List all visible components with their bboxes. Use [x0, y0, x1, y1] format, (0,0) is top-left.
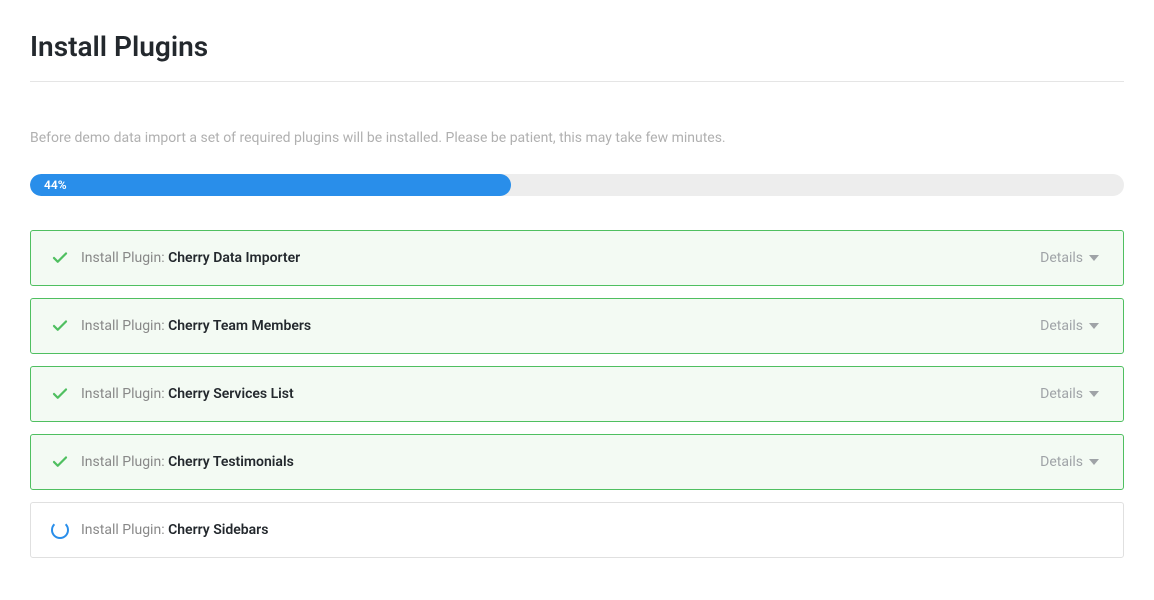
details-text: Details: [1040, 250, 1083, 266]
chevron-down-icon: [1089, 391, 1099, 397]
plugin-label: Install Plugin: Cherry Sidebars: [81, 522, 268, 538]
page-description: Before demo data import a set of require…: [30, 130, 1124, 146]
details-link[interactable]: Details: [1040, 454, 1099, 470]
plugin-row: Install Plugin: Cherry Data Importer Deta…: [30, 230, 1124, 286]
chevron-down-icon: [1089, 459, 1099, 465]
details-text: Details: [1040, 454, 1083, 470]
plugin-name: Cherry Sidebars: [168, 522, 268, 538]
plugin-label: Install Plugin: Cherry Data Importer: [81, 250, 300, 266]
page-title: Install Plugins: [30, 30, 1124, 82]
plugin-name: Cherry Testimonials: [168, 454, 294, 470]
plugin-label: Install Plugin: Cherry Services List: [81, 386, 294, 402]
check-icon: [51, 249, 69, 267]
check-icon: [51, 385, 69, 403]
plugin-label: Install Plugin: Cherry Testimonials: [81, 454, 294, 470]
plugin-row: Install Plugin: Cherry Sidebars: [30, 502, 1124, 558]
details-text: Details: [1040, 318, 1083, 334]
details-link[interactable]: Details: [1040, 250, 1099, 266]
plugin-name: Cherry Team Members: [168, 318, 311, 334]
plugin-row: Install Plugin: Cherry Services List Deta…: [30, 366, 1124, 422]
plugin-row: Install Plugin: Cherry Team Members Detai…: [30, 298, 1124, 354]
progress-bar: 44%: [30, 174, 511, 196]
details-link[interactable]: Details: [1040, 318, 1099, 334]
spinner-icon: [51, 521, 69, 539]
chevron-down-icon: [1089, 323, 1099, 329]
check-icon: [51, 317, 69, 335]
details-link[interactable]: Details: [1040, 386, 1099, 402]
chevron-down-icon: [1089, 255, 1099, 261]
plugin-label: Install Plugin: Cherry Team Members: [81, 318, 311, 334]
progress-track: 44%: [30, 174, 1124, 196]
plugin-name: Cherry Services List: [168, 386, 294, 402]
check-icon: [51, 453, 69, 471]
details-text: Details: [1040, 386, 1083, 402]
progress-label: 44%: [44, 178, 67, 192]
plugin-row: Install Plugin: Cherry Testimonials Detai…: [30, 434, 1124, 490]
plugin-list: Install Plugin: Cherry Data Importer Deta…: [30, 230, 1124, 558]
plugin-name: Cherry Data Importer: [168, 250, 300, 266]
